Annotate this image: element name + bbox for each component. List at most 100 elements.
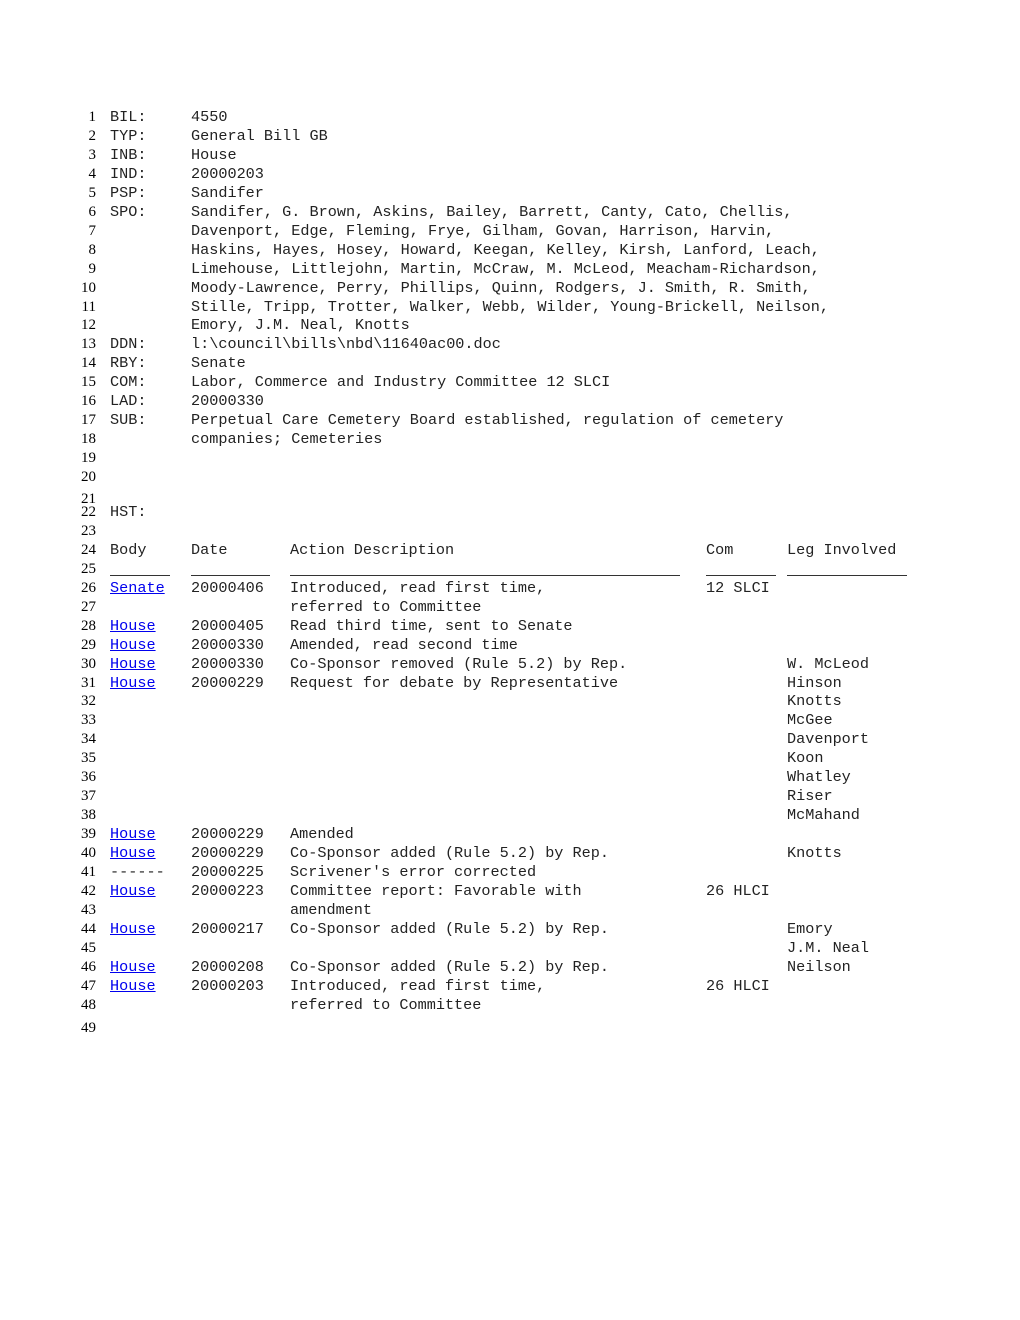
- line-number: 2: [88, 127, 97, 144]
- body-link[interactable]: House: [110, 977, 156, 996]
- action-cell: Co-Sponsor added (Rule 5.2) by Rep.: [290, 844, 609, 863]
- committee-cell: 26 HLCI: [706, 976, 770, 995]
- header-field-line: 18 companies; Cemeteries: [0, 430, 1020, 449]
- header-field-line: 9 Limehouse, Littlejohn, Martin, McCraw, …: [0, 260, 1020, 279]
- field-label: DDN:: [110, 335, 147, 354]
- action-cell: Co-Sponsor removed (Rule 5.2) by Rep.: [290, 654, 628, 673]
- body-link[interactable]: Senate: [110, 579, 165, 598]
- field-label: IND:: [110, 164, 147, 183]
- date-cell: 20000330: [191, 635, 264, 654]
- body-link[interactable]: House: [110, 920, 156, 939]
- field-label: LAD:: [110, 392, 147, 411]
- column-rule: [110, 574, 170, 576]
- date-cell: 20000229: [191, 673, 264, 692]
- line-number: 18: [81, 431, 96, 448]
- line-number: 42: [81, 882, 96, 899]
- committee-cell: 12 SLCI: [706, 578, 770, 597]
- header-field-line: 6 SPO: Sandifer, G. Brown, Askins, Bailey,…: [0, 203, 1020, 222]
- line-number: 15: [81, 374, 96, 391]
- line-number: 14: [81, 355, 96, 372]
- field-value: Haskins, Hayes, Hosey, Howard, Keegan, K…: [191, 240, 820, 259]
- header-field-line: 5 PSP: Sandifer: [0, 184, 1020, 203]
- date-cell: 20000330: [191, 654, 264, 673]
- body-link[interactable]: House: [110, 825, 156, 844]
- line-number: 22: [81, 504, 96, 520]
- history-row: 46 House 20000208 Co-Sponsor added (Rule 5.…: [0, 958, 1020, 977]
- line-number: 36: [81, 769, 96, 786]
- blank-line: 19: [0, 449, 1020, 468]
- body-link[interactable]: House: [110, 958, 156, 977]
- history-row: 30 House 20000330 Co-Sponsor removed (Rule …: [0, 655, 1020, 674]
- line-number: 35: [81, 750, 96, 767]
- header-field-line: 11 Stille, Tripp, Trotter, Walker, Webb, …: [0, 298, 1020, 317]
- body-link[interactable]: House: [110, 655, 156, 674]
- field-value: Labor, Commerce and Industry Committee 1…: [191, 373, 611, 392]
- history-row: 40 House 20000229 Co-Sponsor added (Rule 5.…: [0, 844, 1020, 863]
- line-number: 37: [81, 788, 96, 805]
- field-value: Senate: [191, 354, 246, 373]
- history-row: 27 referred to Committee: [0, 598, 1020, 617]
- body-link[interactable]: House: [110, 636, 156, 655]
- blank-line: 49: [0, 1019, 1020, 1038]
- body-link[interactable]: House: [110, 617, 156, 636]
- line-number: 1: [88, 109, 97, 125]
- history-row: 36 Whatley: [0, 768, 1020, 787]
- date-cell: 20000406: [191, 578, 264, 597]
- header-field-line: 13 DDN: l:\council\bills\nbd\11640ac00.doc: [0, 335, 1020, 354]
- header-field-line: 7 Davenport, Edge, Fleming, Frye, Gilham,…: [0, 222, 1020, 241]
- column-header-leg: Leg Involved: [787, 540, 897, 559]
- column-rule: [290, 574, 680, 576]
- line-number: 43: [81, 901, 96, 918]
- line-number: 47: [81, 977, 96, 994]
- field-value: House: [191, 145, 237, 164]
- line-number: 48: [81, 996, 96, 1013]
- action-cell: Amended: [290, 825, 354, 844]
- line-number: 10: [81, 279, 96, 296]
- body-link[interactable]: House: [110, 844, 156, 863]
- line-number: 16: [81, 393, 96, 410]
- field-value: Sandifer: [191, 183, 264, 202]
- column-header-action: Action Description: [290, 540, 455, 559]
- body-link[interactable]: House: [110, 674, 156, 693]
- line-number: 20: [81, 469, 96, 486]
- header-field-line: 16 LAD: 20000330: [0, 392, 1020, 411]
- body-link[interactable]: House: [110, 882, 156, 901]
- field-value: Stille, Tripp, Trotter, Walker, Webb, Wi…: [191, 297, 829, 316]
- line-number: 32: [81, 693, 96, 710]
- column-header-date: Date: [191, 540, 228, 559]
- field-value: 20000330: [191, 392, 264, 411]
- date-cell: 20000229: [191, 825, 264, 844]
- history-row: 33 McGee: [0, 711, 1020, 730]
- action-cell: Read third time, sent to Senate: [290, 616, 573, 635]
- history-row: 47 House 20000203 Introduced, read first ti…: [0, 977, 1020, 996]
- line-number: 13: [81, 336, 96, 353]
- date-cell: 20000208: [191, 957, 264, 976]
- history-row: 41 ------ 20000225 Scrivener's error correc…: [0, 863, 1020, 882]
- date-cell: 20000217: [191, 919, 264, 938]
- action-cell: referred to Committee: [290, 597, 482, 616]
- blank-line: 23: [0, 522, 1020, 541]
- legislator-cell: McMahand: [787, 806, 860, 825]
- header-field-line: 14 RBY: Senate: [0, 354, 1020, 373]
- column-header-row: 24 Body Date Action Description Com Leg Invol…: [0, 541, 1020, 560]
- field-value: General Bill GB: [191, 126, 328, 145]
- column-header-com: Com: [706, 540, 734, 559]
- field-value: Davenport, Edge, Fleming, Frye, Gilham, …: [191, 221, 775, 240]
- action-cell: Amended, read second time: [290, 635, 518, 654]
- line-number: 5: [88, 184, 97, 201]
- line-number: 6: [88, 203, 97, 220]
- committee-cell: 26 HLCI: [706, 881, 770, 900]
- line-number: 40: [81, 845, 96, 862]
- line-number: 49: [81, 1019, 96, 1036]
- action-cell: Co-Sponsor added (Rule 5.2) by Rep.: [290, 919, 609, 938]
- field-value: l:\council\bills\nbd\11640ac00.doc: [191, 335, 501, 354]
- line-number: 3: [88, 146, 97, 163]
- line-number: 39: [81, 826, 96, 843]
- action-cell: Request for debate by Representative: [290, 673, 619, 692]
- history-row: 43 amendment: [0, 901, 1020, 920]
- action-cell: amendment: [290, 900, 373, 919]
- line-number: 45: [81, 939, 96, 956]
- history-row: 39 House 20000229 Amended: [0, 825, 1020, 844]
- line-number: 17: [81, 412, 96, 429]
- line-number: 31: [81, 674, 96, 691]
